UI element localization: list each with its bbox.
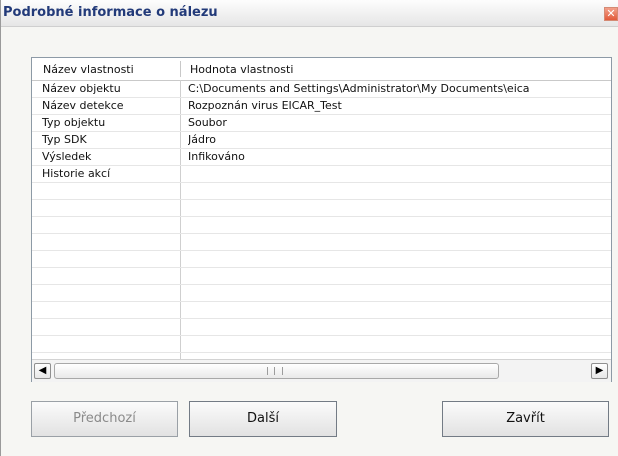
previous-button[interactable]: Předchozí [31,401,178,437]
close-icon[interactable]: ✕ [604,7,618,21]
column-header-property-name[interactable]: Název vlastnosti [43,63,134,76]
empty-row [32,251,611,268]
empty-row [32,319,611,336]
next-button[interactable]: Další [189,401,337,437]
property-name: Historie akcí [42,167,111,180]
empty-row [32,285,611,302]
table-row[interactable]: Výsledek Infikováno [32,149,611,166]
table-header: Název vlastnosti Hodnota vlastnosti [32,58,611,81]
property-name: Název detekce [42,99,124,112]
table-row[interactable]: Typ SDK Jádro [32,132,611,149]
table-row[interactable]: Název objektu C:\Documents and Settings\… [32,81,611,98]
empty-row [32,183,611,200]
property-name: Název objektu [42,82,121,95]
grip-icon [267,367,283,375]
table-row[interactable]: Historie akcí [32,166,611,183]
properties-table: Název vlastnosti Hodnota vlastnosti Náze… [31,57,612,382]
empty-row [32,234,611,251]
empty-row [32,200,611,217]
empty-row [32,268,611,285]
column-header-property-value[interactable]: Hodnota vlastnosti [190,63,293,76]
empty-row [32,302,611,319]
property-value: C:\Documents and Settings\Administrator\… [188,82,530,95]
property-value: Jádro [188,133,216,146]
close-button[interactable]: Zavřít [442,401,609,437]
properties-grid: Název vlastnosti Hodnota vlastnosti Náze… [32,58,611,359]
title-bar[interactable]: Podrobné informace o nálezu ✕ [1,0,618,27]
scroll-left-icon[interactable]: ◀ [34,363,51,379]
property-value: Rozpoznán virus EICAR_Test [188,99,342,112]
property-value: Infikováno [188,150,245,163]
property-name: Typ SDK [42,133,87,146]
detail-dialog: Podrobné informace o nálezu ✕ Název vlas… [0,0,618,456]
scrollbar-thumb[interactable] [54,363,499,379]
property-value: Soubor [188,116,227,129]
scroll-right-icon[interactable]: ▶ [591,363,608,379]
property-name: Typ objektu [42,116,106,129]
horizontal-scrollbar[interactable]: ◀ ▶ [32,359,611,382]
dialog-title: Podrobné informace o nálezu [3,5,218,20]
column-divider[interactable] [180,61,181,77]
table-row[interactable]: Název detekce Rozpoznán virus EICAR_Test [32,98,611,115]
property-name: Výsledek [42,150,92,163]
empty-row [32,217,611,234]
empty-row [32,336,611,353]
table-row[interactable]: Typ objektu Soubor [32,115,611,132]
